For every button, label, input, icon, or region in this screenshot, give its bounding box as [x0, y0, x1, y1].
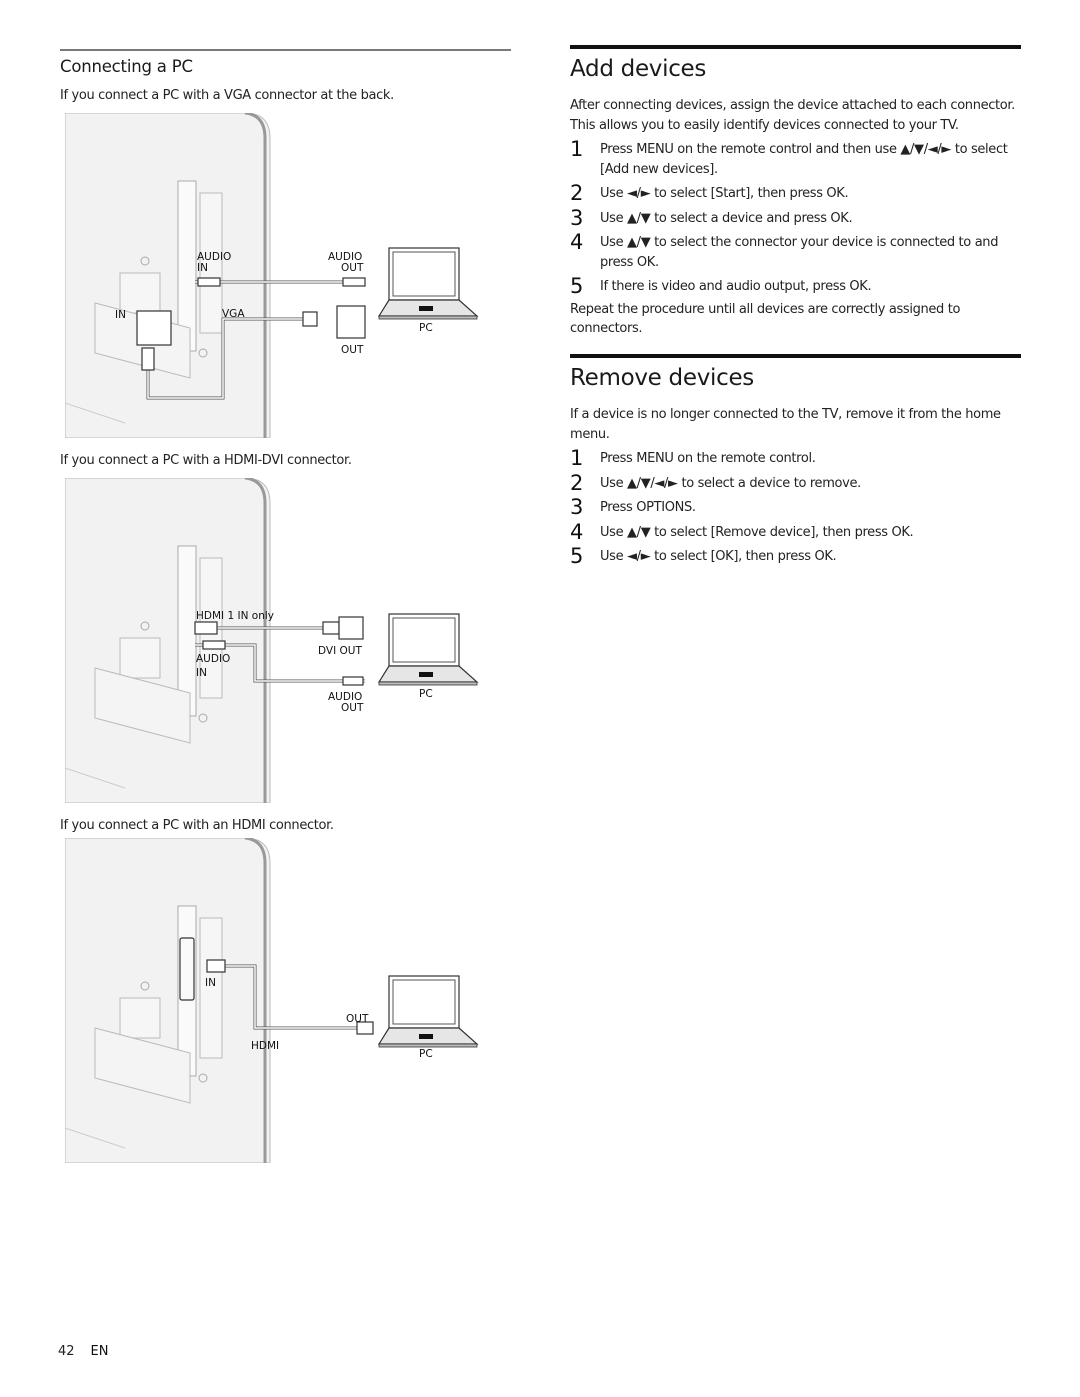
label-out: OUT: [346, 1013, 369, 1025]
section-divider: [570, 45, 1021, 49]
connecting-pc-section: Connecting a PC: [60, 49, 511, 76]
step-text: Use ▲/▼ to select a device and press OK.: [600, 210, 853, 226]
add-devices-intro: After connecting devices, assign the dev…: [570, 98, 1015, 133]
label-audio-out-2: OUT: [341, 262, 364, 274]
hdmi-dvi-connection-diagram: HDMI 1 IN only DVI OUT AUDIO IN AUDIO OU…: [64, 476, 480, 804]
vga-diagram-svg: AUDIO IN AUDIO OUT IN VGA OUT PC: [64, 111, 479, 439]
step-text: Use ▲/▼ to select [Remove device], then …: [600, 524, 914, 540]
step-item: 1 Press MENU on the remote control and th…: [570, 137, 1021, 179]
laptop-pc-icon: [377, 975, 479, 1048]
remove-devices-steps: 1 Press MENU on the remote control. 2 Use …: [570, 446, 1021, 568]
step-text: Use ◄/► to select [OK], then press OK.: [600, 549, 837, 564]
label-in: IN: [205, 977, 216, 989]
hdmi-diagram-svg: IN OUT HDMI PC: [64, 836, 479, 1164]
step-text: Press MENU on the remote control.: [600, 451, 816, 466]
hdmi-connection-diagram: IN OUT HDMI PC: [64, 836, 480, 1164]
section-heading: Connecting a PC: [60, 57, 193, 76]
dvi-plug-pc: [338, 616, 364, 640]
step-item: 3 Use ▲/▼ to select a device and press OK…: [570, 205, 1021, 230]
step-number: 5: [570, 274, 584, 298]
label-audio-in-2: IN: [197, 262, 208, 274]
label-in: IN: [115, 309, 126, 321]
add-devices-outro: Repeat the procedure until all devices a…: [570, 301, 961, 337]
label-vga: VGA: [222, 308, 245, 320]
label-audio-out-2: OUT: [341, 702, 364, 714]
step-item: 1 Press MENU on the remote control.: [570, 446, 1021, 470]
remove-devices-title: Remove devices: [570, 365, 754, 391]
hdmi-plug-tv: [206, 959, 226, 973]
step-item: 3 Press OPTIONS.: [570, 495, 1021, 519]
step-text: Use ▲/▼ to select the connector your dev…: [600, 235, 999, 270]
remove-devices-intro: If a device is no longer connected to th…: [570, 407, 1001, 442]
audio-plug-pc: [342, 277, 366, 287]
laptop-pc-icon: [377, 247, 479, 320]
step-number: 4: [570, 519, 584, 544]
add-devices-section: Add devices After connecting devices, as…: [570, 45, 1021, 339]
remove-devices-section: Remove devices If a device is no longer …: [570, 354, 1021, 568]
step-item: 5 If there is video and audio output, pre…: [570, 274, 1021, 298]
step-number: 2: [570, 470, 584, 495]
audio-plug-tv: [197, 277, 221, 287]
step-text: Press MENU on the remote control and the…: [600, 142, 1008, 177]
step-number: 5: [570, 544, 584, 568]
label-pc: PC: [419, 688, 433, 700]
step-number: 3: [570, 495, 584, 519]
hdmi-plug-tv: [194, 621, 218, 635]
label-pc: PC: [419, 1048, 433, 1060]
tv-back-illustration: [64, 111, 271, 439]
label-audio-in: AUDIO: [196, 653, 230, 665]
hdmi-dvi-caption: If you connect a PC with a HDMI-DVI conn…: [60, 453, 352, 468]
label-audio-in-2: IN: [196, 667, 207, 679]
hdmi-dvi-diagram-svg: HDMI 1 IN only DVI OUT AUDIO IN AUDIO OU…: [64, 476, 479, 804]
step-number: 1: [570, 446, 584, 470]
section-divider: [60, 49, 511, 51]
step-text: If there is video and audio output, pres…: [600, 279, 872, 294]
hdmi-caption: If you connect a PC with an HDMI connect…: [60, 818, 334, 833]
page-footer: 42 EN: [58, 1344, 109, 1359]
vga-plug-tv: [136, 310, 172, 346]
step-item: 2 Use ◄/► to select [Start], then press O…: [570, 181, 1021, 205]
tv-back-illustration: [64, 836, 271, 1164]
label-dvi-out: DVI OUT: [318, 645, 362, 657]
label-hdmi: HDMI: [251, 1040, 279, 1052]
section-divider: [570, 354, 1021, 358]
step-text: Press OPTIONS.: [600, 500, 696, 515]
label-pc: PC: [419, 322, 433, 334]
label-out: OUT: [341, 344, 364, 356]
step-item: 5 Use ◄/► to select [OK], then press OK.: [570, 544, 1021, 568]
label-hdmi-in: HDMI 1 IN only: [196, 610, 274, 622]
page-number: 42: [58, 1344, 75, 1359]
step-item: 4 Use ▲/▼ to select the connector your de…: [570, 230, 1021, 272]
vga-connection-diagram: AUDIO IN AUDIO OUT IN VGA OUT PC: [64, 111, 480, 439]
step-number: 2: [570, 181, 584, 205]
tv-back-illustration: [64, 476, 271, 804]
add-devices-steps: 1 Press MENU on the remote control and th…: [570, 137, 1021, 298]
vga-plug-pc: [336, 305, 366, 339]
step-number: 1: [570, 137, 584, 161]
laptop-pc-icon: [377, 613, 479, 686]
step-item: 4 Use ▲/▼ to select [Remove device], then…: [570, 519, 1021, 544]
step-number: 4: [570, 230, 584, 254]
vga-caption: If you connect a PC with a VGA connector…: [60, 88, 394, 103]
step-item: 2 Use ▲/▼/◄/► to select a device to remov…: [570, 470, 1021, 495]
step-text: Use ▲/▼/◄/► to select a device to remove…: [600, 475, 861, 491]
step-number: 3: [570, 205, 584, 230]
step-text: Use ◄/► to select [Start], then press OK…: [600, 186, 849, 201]
add-devices-title: Add devices: [570, 56, 707, 82]
language-code: EN: [90, 1344, 109, 1359]
